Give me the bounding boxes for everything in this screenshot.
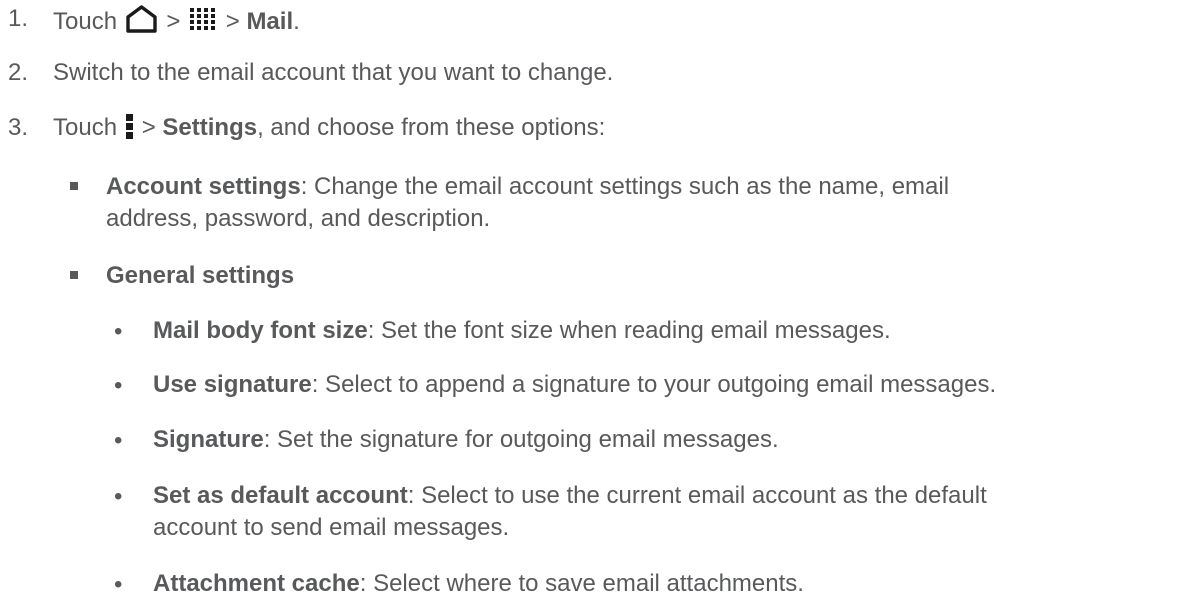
suboption-term: Use signature (153, 371, 312, 398)
bullet-dot: • (114, 318, 123, 345)
suboption-term: Attachment cache (153, 570, 360, 597)
separator: > (141, 114, 156, 141)
option-description: : Change the email account settings such… (300, 173, 950, 200)
step-number: 1. (8, 5, 29, 32)
all-apps-icon (190, 8, 216, 30)
home-icon (126, 5, 157, 33)
suboption-description: : Set the signature for outgoing email m… (263, 426, 779, 453)
bullet-square (70, 271, 78, 279)
suboption-description: : Select where to save email attachments… (359, 570, 804, 597)
option-term: General settings (106, 262, 295, 289)
suboption-term: Signature (153, 426, 264, 453)
separator: > (225, 8, 240, 35)
settings-label: Settings (162, 114, 258, 141)
suboption-description: account to send email messages. (153, 514, 510, 541)
bullet-dot: • (114, 372, 123, 399)
step-text: Touch (53, 8, 118, 35)
step-number: 3. (8, 114, 29, 141)
suboption-term: Set as default account (153, 482, 408, 509)
suboption-description: : Select to append a signature to your o… (311, 371, 997, 398)
step-number: 2. (8, 59, 29, 86)
step-text: Switch to the email account that you wan… (53, 59, 614, 86)
bullet-dot: • (114, 427, 123, 454)
mail-app-label: Mail (246, 8, 294, 35)
separator: > (166, 8, 181, 35)
bullet-square (70, 182, 78, 190)
bullet-dot: • (114, 483, 123, 510)
overflow-menu-icon (125, 114, 133, 139)
option-description: address, password, and description. (106, 205, 491, 232)
suboption-description: : Set the font size when reading email m… (367, 317, 891, 344)
bullet-dot: • (114, 571, 123, 598)
suboption-description: : Select to use the current email accoun… (407, 482, 987, 509)
instructions-document: 1. Touch > > Mail. 2. Switch to the emai… (8, 5, 997, 598)
step-text: Touch (53, 114, 118, 141)
option-term: Account settings (106, 173, 301, 200)
suboption-term: Mail body font size (153, 317, 368, 344)
